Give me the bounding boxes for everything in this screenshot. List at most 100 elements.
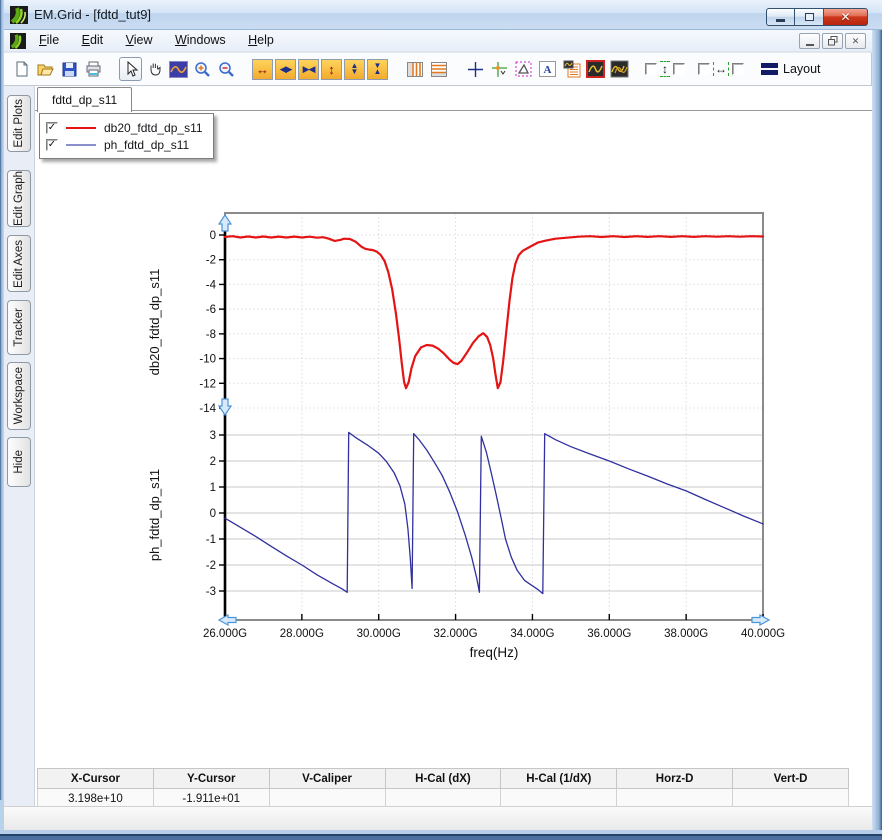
single-trace-button[interactable] [584,57,607,81]
mdi-minimize-button[interactable] [799,33,820,49]
svg-text:40.000G: 40.000G [741,628,785,640]
window-frame-bottom [0,830,882,840]
horizontal-spacing-right-checkbox[interactable] [732,63,744,75]
plot-mode-button[interactable] [167,57,190,81]
col-hcal-1dx: H-Cal (1/dX) [500,768,618,789]
zoom-in-button[interactable] [191,57,214,81]
vertical-spacing-icon[interactable]: ↕ [660,61,670,77]
svg-text:32.000G: 32.000G [434,628,478,640]
menu-edit[interactable]: Edit [73,30,113,51]
select-cursor-button[interactable] [119,57,142,81]
vertical-spacing-left-checkbox[interactable] [645,63,657,75]
col-horz-d: Horz-D [616,768,734,789]
document-logo-icon [10,33,26,49]
col-v-caliper: V-Caliper [268,768,386,789]
svg-text:34.000G: 34.000G [510,628,554,640]
window-title: EM.Grid - [fdtd_tut9] [34,7,152,22]
sidebar-tab-edit-graph[interactable]: Edit Graph [7,170,31,227]
save-button[interactable] [58,57,81,81]
menu-file[interactable]: File [30,30,68,51]
sidebar-tab-tracker[interactable]: Tracker [7,300,31,355]
svg-text:-6: -6 [206,304,216,316]
shrink-y-in-button[interactable]: ▼ ▲ [367,58,388,80]
svg-text:A: A [544,64,552,76]
mdi-restore-button[interactable] [822,33,843,49]
expand-y-axis-button[interactable]: ↕ [321,58,342,80]
menu-windows[interactable]: Windows [166,30,235,51]
col-vert-d: Vert-D [732,768,849,789]
plot-report-button[interactable] [560,57,583,81]
close-button[interactable]: ✕ [824,8,868,26]
vertical-spacing-right-checkbox[interactable] [673,63,685,75]
svg-text:-2: -2 [206,255,216,267]
svg-text:-10: -10 [199,354,216,366]
menu-help[interactable]: Help [239,30,283,51]
text-annotation-button[interactable]: A [536,57,559,81]
sidebar-tab-workspace[interactable]: Workspace [7,362,31,430]
expand-x-axis-button[interactable]: ↔ [252,58,273,80]
stretch-x-out-button[interactable]: ◀▶ [275,58,296,80]
sidebar-tab-hide[interactable]: Hide [7,437,31,487]
mdi-close-button[interactable]: ✕ [845,33,866,49]
horizontal-spacing-icon[interactable]: ↔ [713,62,729,76]
shrink-x-in-button[interactable]: ▶◀ [298,58,319,80]
legend-line-sample-ph [66,143,96,146]
zoom-out-button[interactable] [215,57,238,81]
svg-text:freq(Hz): freq(Hz) [470,645,519,660]
crosshair-cursor-button[interactable] [464,57,487,81]
col-hcal-dx: H-Cal (dX) [384,768,502,789]
em-grid-window: { "window": { "title": "EM.Grid - [fdtd_… [0,0,882,840]
legend-row-db20: ✓ db20_fdtd_dp_s11 [46,119,203,136]
minimize-button[interactable] [766,8,795,26]
multi-trace-button[interactable] [608,57,631,81]
pan-hand-button[interactable] [143,57,166,81]
status-strip [4,806,872,830]
window-frame-left [0,0,4,800]
delta-caliper-button[interactable] [512,57,535,81]
svg-text:38.000G: 38.000G [664,628,708,640]
sidebar-tab-edit-axes[interactable]: Edit Axes [7,235,31,292]
svg-text:-3: -3 [206,586,216,598]
maximize-button[interactable] [795,8,824,26]
layout-icon [761,63,778,75]
sidebar: Edit Plots Edit Graph Edit Axes Tracker … [4,86,34,806]
svg-text:28.000G: 28.000G [280,628,324,640]
vertical-markers-button[interactable] [403,57,426,81]
open-file-button[interactable] [34,57,57,81]
sidebar-tab-edit-plots[interactable]: Edit Plots [7,95,31,152]
legend-row-ph: ✓ ph_fdtd_dp_s11 [46,136,203,153]
svg-text:26.000G: 26.000G [203,628,247,640]
stretch-y-out-button[interactable]: ▲ ▼ [344,58,365,80]
plot-canvas[interactable]: 0 -2 -4 -6 -8 -10 -12 -14 db20_fdtd_dp_s11 3 2 1 0 -1… [35,112,873,764]
legend-checkbox-ph[interactable]: ✓ [46,138,58,151]
horizontal-spacing-group: ↔ [698,62,744,76]
horizontal-spacing-left-checkbox[interactable] [698,63,710,75]
print-button[interactable] [82,57,105,81]
svg-text:ph_fdtd_dp_s11: ph_fdtd_dp_s11 [147,469,162,561]
svg-text:db20_fdtd_dp_s11: db20_fdtd_dp_s11 [147,269,162,376]
svg-text:3: 3 [210,430,216,442]
document-tab[interactable]: fdtd_dp_s11 [37,87,133,112]
col-x-cursor: X-Cursor [37,768,154,789]
vertical-spacing-group: ↕ [645,61,685,77]
svg-text:-1: -1 [206,534,216,546]
svg-text:36.000G: 36.000G [587,628,631,640]
svg-text:-8: -8 [206,329,216,341]
horizontal-markers-button[interactable] [427,57,450,81]
plot-page: fdtd_dp_s11 ✓ db20_fdtd_dp_s11 ✓ ph_fdtd… [34,86,873,809]
window-frame-right [872,30,882,830]
svg-text:2: 2 [210,456,216,468]
svg-text:-14: -14 [199,403,216,415]
legend-checkbox-db20[interactable]: ✓ [46,121,58,134]
menu-view[interactable]: View [117,30,162,51]
layout-label: Layout [783,62,821,76]
svg-text:-12: -12 [199,378,216,390]
menu-bar: File Edit View Windows Help ✕ [4,30,872,52]
legend-label-db20: db20_fdtd_dp_s11 [104,120,203,135]
layout-tool[interactable]: Layout [761,62,821,76]
new-file-button[interactable] [10,57,33,81]
col-y-cursor: Y-Cursor [152,768,270,789]
svg-text:-4: -4 [206,279,217,291]
app-logo-icon [10,6,28,24]
tracker-button[interactable] [488,57,511,81]
